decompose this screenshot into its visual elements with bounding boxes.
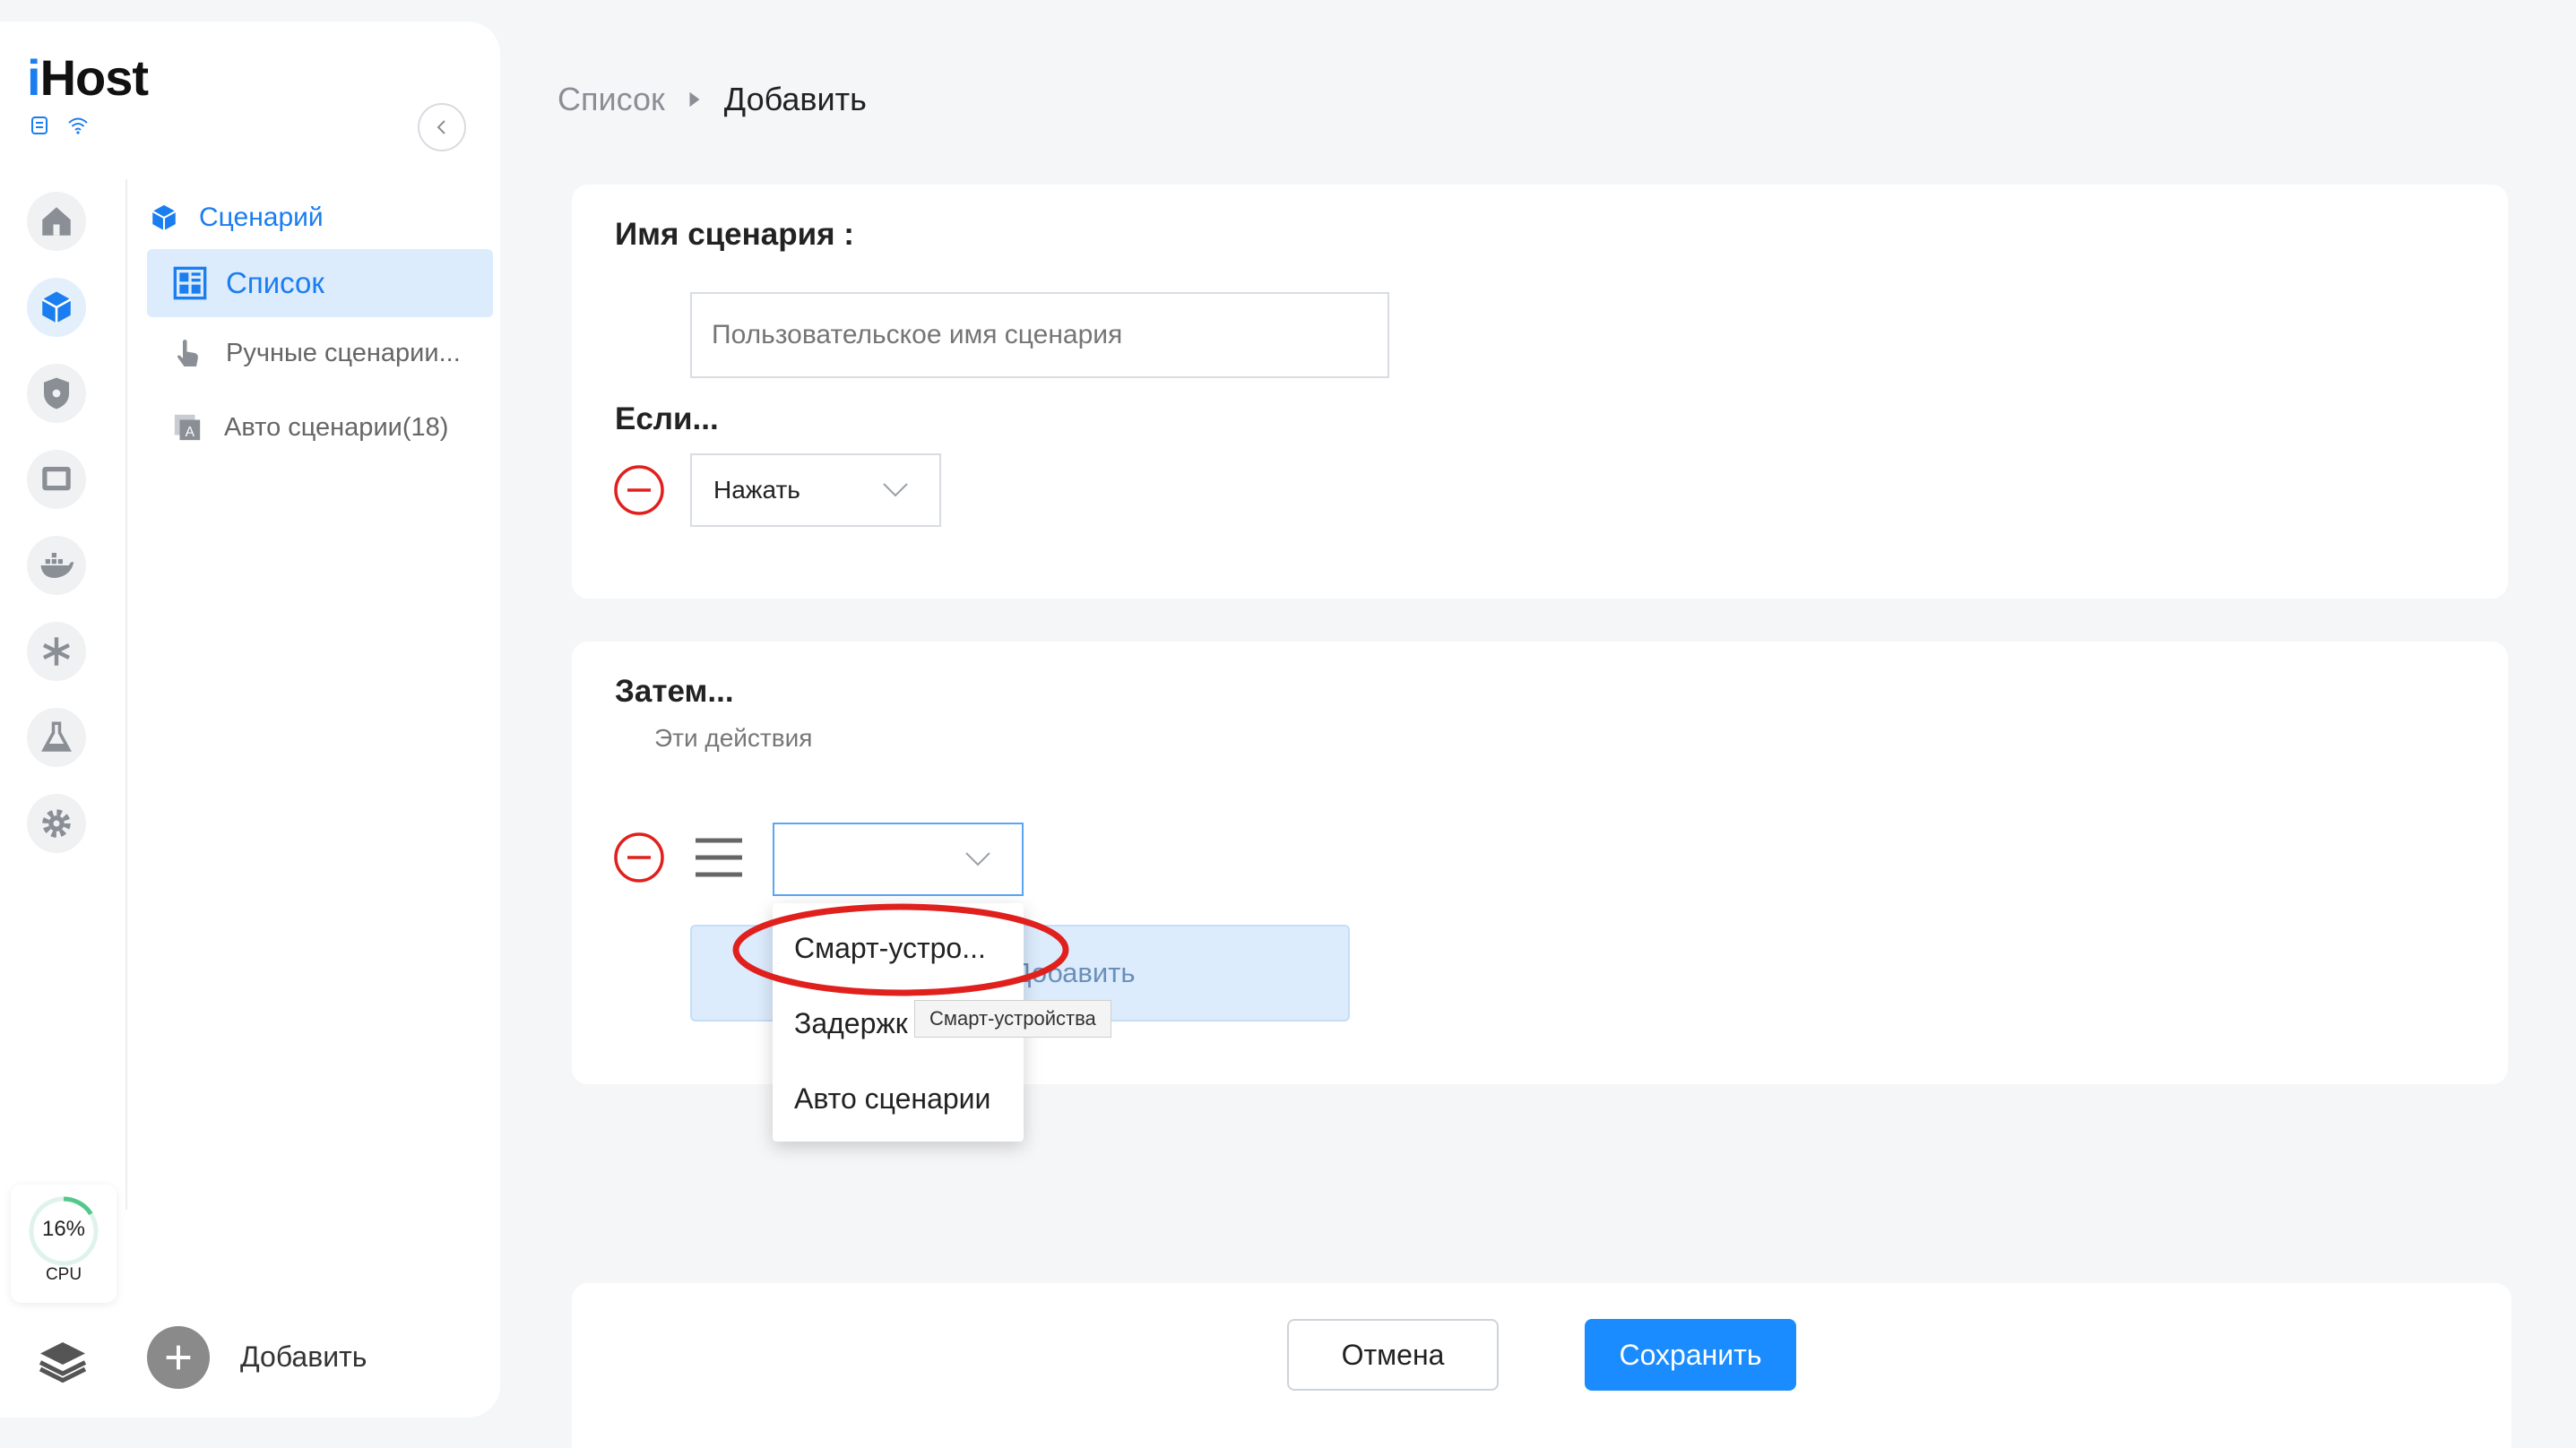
nav-section-label: Сценарий bbox=[199, 203, 324, 232]
logo-status-icons bbox=[29, 115, 88, 136]
scene-name-title: Имя сценария : bbox=[615, 217, 854, 252]
grid-list-icon bbox=[173, 266, 207, 300]
chevron-left-icon bbox=[437, 120, 445, 134]
rail-integration[interactable] bbox=[27, 622, 86, 681]
star-burst-icon bbox=[43, 637, 70, 666]
nav-section-scene[interactable]: Сценарий bbox=[149, 203, 324, 233]
nav-item-list-label: Список bbox=[226, 266, 324, 299]
scene-condition-card bbox=[572, 185, 2508, 599]
add-button-label[interactable]: Добавить bbox=[240, 1340, 367, 1374]
nav-item-manual-label: Ручные сценарии... bbox=[226, 338, 461, 367]
app-logo: iHost bbox=[27, 49, 149, 106]
rail-security[interactable] bbox=[27, 364, 86, 423]
then-subtitle: Эти действия bbox=[654, 724, 813, 752]
auto-scene-icon: A bbox=[174, 414, 201, 441]
nav-item-manual-scenes[interactable]: Ручные сценарии... bbox=[172, 337, 461, 369]
docker-icon bbox=[40, 553, 74, 578]
chevron-down-icon bbox=[965, 852, 990, 866]
then-title: Затем... bbox=[615, 674, 734, 709]
breadcrumb-add: Добавить bbox=[723, 81, 867, 117]
breadcrumb: Список Добавить bbox=[558, 81, 867, 118]
shield-icon bbox=[44, 377, 69, 409]
cube-icon bbox=[41, 291, 72, 323]
save-button[interactable]: Сохранить bbox=[1585, 1319, 1796, 1391]
rail-settings[interactable] bbox=[27, 794, 86, 853]
condition-select[interactable]: Нажать bbox=[690, 453, 941, 527]
monitor-icon bbox=[42, 467, 71, 491]
wifi-icon bbox=[66, 115, 88, 136]
scene-name-input[interactable] bbox=[690, 292, 1389, 378]
drag-handle-icon[interactable] bbox=[694, 835, 744, 880]
plus-icon bbox=[166, 1345, 191, 1370]
cancel-button[interactable]: Отмена bbox=[1287, 1319, 1499, 1391]
svg-text:A: A bbox=[186, 425, 195, 440]
sidebar: iHost Сценарий Список Ручные сценарии...… bbox=[0, 22, 500, 1418]
caret-right-icon bbox=[689, 91, 700, 108]
dropdown-option-auto-scene[interactable]: Авто сценарии bbox=[794, 1082, 990, 1116]
cube-icon bbox=[151, 204, 177, 231]
option-tooltip: Смарт-устройства bbox=[914, 1000, 1111, 1038]
condition-select-value: Нажать bbox=[713, 476, 800, 504]
footer-card bbox=[572, 1283, 2511, 1448]
action-type-select[interactable] bbox=[773, 823, 1024, 896]
gear-icon bbox=[42, 809, 71, 838]
remove-condition-button[interactable] bbox=[613, 464, 665, 516]
hand-pointer-icon bbox=[177, 340, 198, 366]
icon-rail bbox=[27, 192, 99, 880]
add-button[interactable] bbox=[147, 1326, 210, 1389]
breadcrumb-list[interactable]: Список bbox=[558, 81, 665, 118]
remove-action-button[interactable] bbox=[613, 832, 665, 883]
cpu-usage-card: 16% CPU bbox=[11, 1185, 117, 1303]
nav-item-auto-scenes[interactable]: A Авто сценарии(18) bbox=[172, 412, 448, 443]
rail-display[interactable] bbox=[27, 450, 86, 509]
nav-item-list[interactable]: Список bbox=[147, 249, 493, 317]
add-action-label: Добавить bbox=[1012, 957, 1136, 988]
flask-icon bbox=[41, 721, 72, 752]
rail-home[interactable] bbox=[27, 192, 86, 251]
collapse-sidebar-button[interactable] bbox=[418, 103, 466, 151]
nav-item-auto-label: Авто сценарии(18) bbox=[224, 412, 449, 442]
cpu-percent: 16% bbox=[41, 1217, 86, 1241]
if-title: Если... bbox=[615, 401, 719, 436]
layers-icon bbox=[39, 1342, 87, 1383]
rail-divider bbox=[125, 179, 127, 1210]
cpu-label: CPU bbox=[45, 1265, 82, 1284]
rail-docker[interactable] bbox=[27, 536, 86, 595]
storage-icon bbox=[29, 115, 50, 136]
dropdown-option-smart-device[interactable]: Смарт-устро... bbox=[794, 932, 986, 965]
home-icon bbox=[42, 207, 71, 236]
rail-lab[interactable] bbox=[27, 708, 86, 767]
chevron-down-icon bbox=[883, 483, 908, 497]
dropdown-option-delay[interactable]: Задержк bbox=[794, 1007, 908, 1040]
rail-scene[interactable] bbox=[27, 278, 86, 337]
layers-button[interactable] bbox=[36, 1333, 90, 1387]
